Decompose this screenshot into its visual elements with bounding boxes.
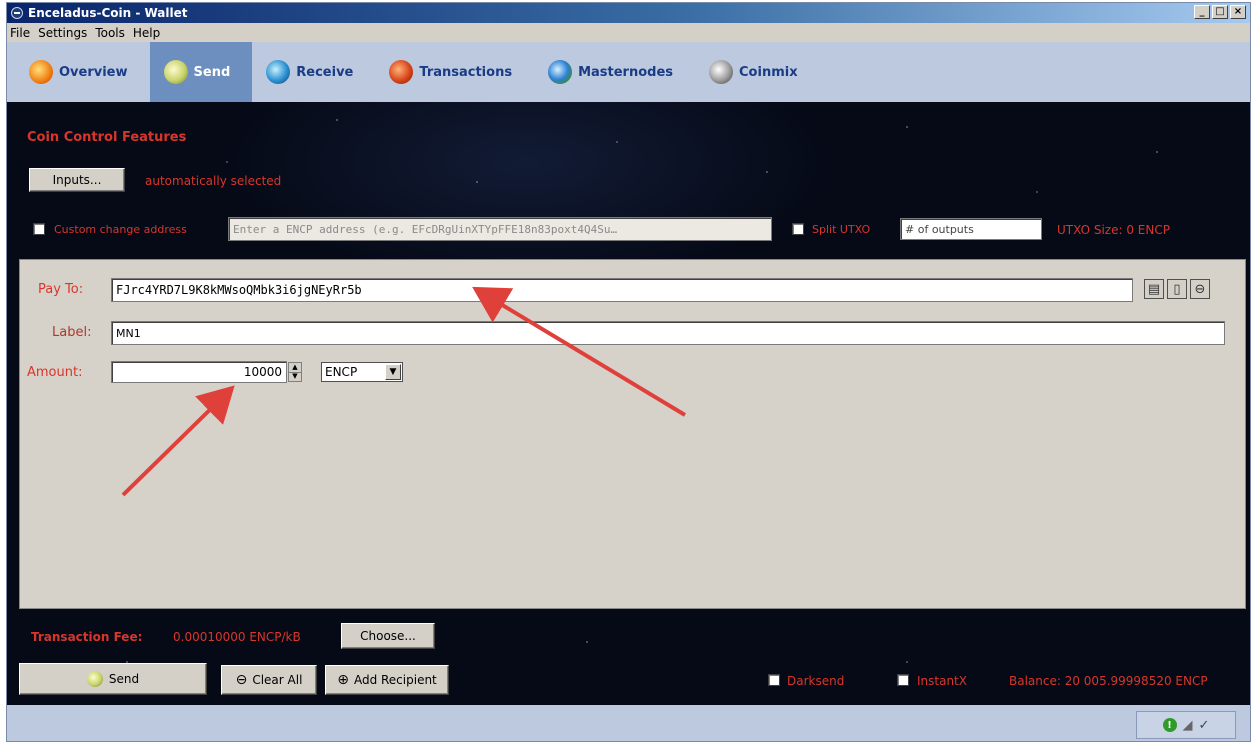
arrow-to-pay-to bbox=[472, 286, 687, 417]
wallet-window: Enceladus-Coin - Wallet _ □ × File Setti… bbox=[6, 2, 1251, 742]
arrow-to-amount bbox=[121, 385, 235, 497]
annotation-arrows bbox=[121, 286, 687, 497]
